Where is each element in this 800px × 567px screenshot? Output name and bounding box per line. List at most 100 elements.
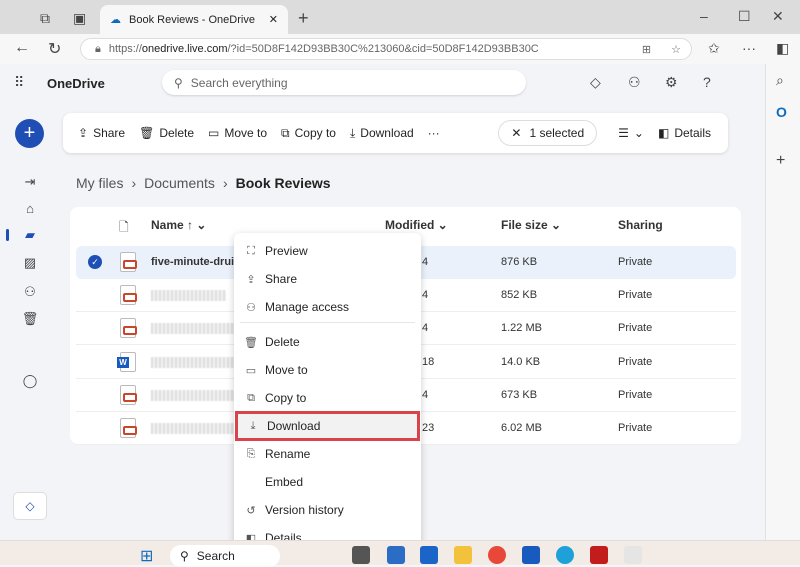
minimize-icon[interactable]: – <box>700 8 708 24</box>
history-icon: ↺ <box>246 504 256 517</box>
outlook-icon[interactable] <box>420 546 438 564</box>
nav-account-icon[interactable]: ◯ <box>20 371 40 391</box>
column-header-file-size[interactable]: File size ⌄ <box>501 218 561 232</box>
outlook-icon[interactable]: O <box>776 104 787 120</box>
menu-item-manage-access[interactable]: ⚇ Manage access <box>234 293 421 321</box>
delete-button[interactable]: 🗑︎ Delete <box>132 126 201 140</box>
sharing-status: Private <box>618 256 653 268</box>
view-options-button[interactable]: ☰ ⌄ <box>611 126 651 140</box>
breadcrumb-current: Book Reviews <box>235 175 331 191</box>
premium-button[interactable]: ◇ <box>13 492 47 520</box>
word-file-icon <box>117 352 136 372</box>
file-size: 6.02 MB <box>501 422 542 434</box>
column-header-modified[interactable]: Modified ⌄ <box>385 218 448 232</box>
redacted-file-name <box>151 290 226 301</box>
column-header-name[interactable]: Name ↑ ⌄ <box>151 218 206 232</box>
search-input[interactable]: ⚲ Search everything <box>162 70 526 95</box>
file-size: 673 KB <box>501 389 538 401</box>
maximize-icon[interactable]: ☐ <box>738 8 751 25</box>
edge-icon[interactable] <box>556 546 574 564</box>
modified-date: 18 <box>422 356 435 368</box>
file-type-header-icon: 🗋 <box>119 220 129 234</box>
acrobat-icon[interactable] <box>590 546 608 564</box>
menu-item-embed[interactable]: Embed <box>234 468 421 496</box>
menu-item-copy-to[interactable]: ⧉ Copy to <box>234 384 421 412</box>
url-text: https://onedrive.live.com/?id=50D8F142D9… <box>108 43 539 55</box>
back-icon[interactable]: ← <box>14 39 30 57</box>
taskbar-search[interactable]: ⚲ Search <box>170 545 280 567</box>
download-button[interactable]: ⤓ Download <box>343 126 421 141</box>
premium-diamond-icon[interactable]: ◇ <box>590 74 601 91</box>
sharing-status: Private <box>618 422 653 434</box>
search-icon[interactable]: ⌕ <box>776 72 784 89</box>
modified-date: 4 <box>422 322 429 334</box>
menu-item-version-history[interactable]: ↺ Version history <box>234 496 421 524</box>
nav-photos-icon[interactable]: ▨ <box>20 253 40 273</box>
nav-my-files-folder-icon[interactable]: ▰ <box>20 225 40 245</box>
sidebar-toggle-icon[interactable]: ◧ <box>776 40 789 57</box>
sharing-status: Private <box>618 322 653 334</box>
settings-gear-icon[interactable]: ⚙ <box>665 74 678 91</box>
workspaces-icon[interactable]: ⧉ <box>40 10 50 27</box>
file-explorer-icon[interactable] <box>454 546 472 564</box>
clear-selection-button[interactable]: ✕ 1 selected <box>498 120 598 146</box>
more-icon[interactable]: ··· <box>742 40 756 56</box>
nav-home-panel-icon[interactable]: ⇥ <box>20 172 40 192</box>
menu-item-preview[interactable]: ⛶ Preview <box>234 237 421 265</box>
file-name[interactable]: five-minute-druid <box>151 256 241 268</box>
store-icon[interactable] <box>387 546 405 564</box>
move-icon: ▭ <box>245 364 257 377</box>
start-icon[interactable]: ⊞ <box>140 546 153 566</box>
menu-item-download[interactable]: ⤓ Download <box>235 411 420 441</box>
people-icon[interactable]: ⚇ <box>628 74 641 91</box>
tab-actions-icon[interactable]: ▣ <box>73 10 86 27</box>
menu-item-share[interactable]: ⇪ Share <box>234 265 421 293</box>
menu-item-delete[interactable]: 🗑︎ Delete <box>234 328 421 356</box>
download-icon: ⤓ <box>250 419 256 432</box>
favorites-icon[interactable]: ✩ <box>708 40 720 57</box>
new-tab-icon[interactable]: + <box>298 8 309 29</box>
onedrive-cloud-icon: ☁ <box>110 14 121 26</box>
breadcrumb-documents[interactable]: Documents <box>144 175 215 191</box>
redacted-file-name <box>151 390 236 401</box>
search-placeholder: Search everything <box>190 75 288 90</box>
nav-recycle-bin-icon[interactable]: 🗑︎ <box>20 309 40 329</box>
app-launcher-icon[interactable]: ⠿ <box>14 74 24 91</box>
redacted-file-name <box>151 323 236 334</box>
share-button[interactable]: ⇪ Share <box>71 126 132 140</box>
help-icon[interactable]: ? <box>703 74 711 90</box>
snipping-tool-icon[interactable] <box>624 546 642 564</box>
pdf-file-icon <box>120 385 137 405</box>
favorite-star-icon[interactable]: ☆ <box>671 43 681 56</box>
word-icon[interactable] <box>522 546 540 564</box>
task-view-icon[interactable] <box>352 546 370 564</box>
menu-item-rename[interactable]: ⎘ Rename <box>234 440 421 468</box>
close-window-icon[interactable]: ✕ <box>772 8 784 25</box>
more-actions-button[interactable]: ··· <box>421 126 447 140</box>
breadcrumb-my-files[interactable]: My files <box>76 175 123 191</box>
menu-divider <box>240 322 415 323</box>
sharing-status: Private <box>618 389 653 401</box>
chrome-icon[interactable] <box>488 546 506 564</box>
search-icon: ⚲ <box>180 549 189 563</box>
nav-home-icon[interactable]: ⌂ <box>20 198 40 218</box>
nav-shared-icon[interactable]: ⚇ <box>20 282 40 302</box>
create-button[interactable]: + <box>15 119 44 148</box>
menu-item-move-to[interactable]: ▭ Move to <box>234 356 421 384</box>
browser-tab[interactable]: ☁ Book Reviews - OneDrive ✕ <box>100 5 288 34</box>
rename-icon: ⎘ <box>246 447 256 460</box>
column-header-sharing[interactable]: Sharing <box>618 218 663 232</box>
add-icon[interactable]: + <box>776 152 785 170</box>
sharing-status: Private <box>618 289 653 301</box>
address-bar[interactable]: 🔒︎ https://onedrive.live.com/?id=50D8F14… <box>80 38 692 60</box>
close-icon: ✕ <box>511 126 522 140</box>
copy-to-button[interactable]: ⧉ Copy to <box>274 126 343 141</box>
pdf-file-icon <box>120 252 137 272</box>
refresh-icon[interactable]: ↻ <box>48 39 61 59</box>
app-available-icon[interactable]: ⊞ <box>642 43 651 56</box>
row-checkbox-checked-icon[interactable]: ✓ <box>88 255 102 269</box>
details-button[interactable]: ◧ Details <box>651 126 718 140</box>
pdf-file-icon <box>120 418 137 438</box>
close-tab-icon[interactable]: ✕ <box>269 13 278 26</box>
move-to-button[interactable]: ▭ Move to <box>201 126 274 140</box>
